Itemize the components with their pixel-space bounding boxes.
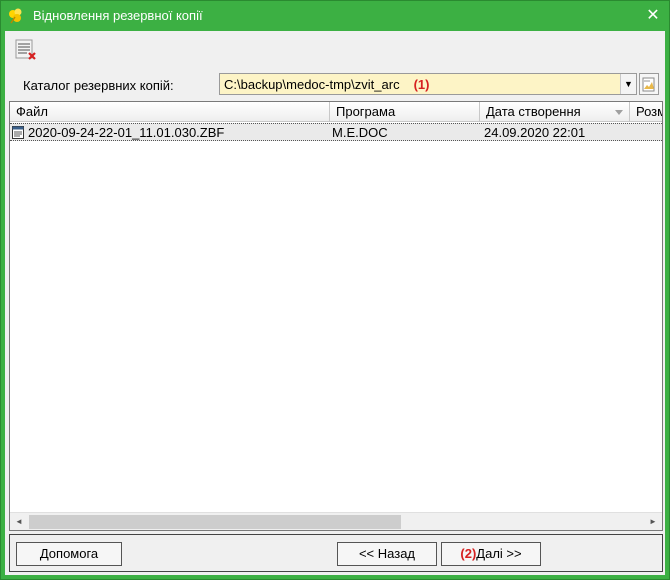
cell-created: 24.09.2020 22:01	[484, 125, 586, 140]
column-header-program[interactable]: Програма	[330, 102, 480, 122]
restore-backup-window: Відновлення резервної копії ✕ Каталог ре…	[0, 0, 670, 580]
delete-backup-button[interactable]	[13, 38, 39, 62]
close-icon: ✕	[646, 7, 660, 24]
cell-file: 2020-09-24-22-01_11.01.030.ZBF	[28, 125, 225, 140]
close-button[interactable]: ✕	[643, 6, 663, 26]
cell-program: M.E.DOC	[332, 125, 388, 140]
column-header-size[interactable]: Розм	[630, 102, 662, 122]
delete-list-icon	[15, 39, 36, 60]
scroll-right-icon[interactable]: ►	[644, 513, 662, 530]
backup-directory-path: C:\backup\medoc-tmp\zvit_arc	[224, 77, 400, 92]
backup-directory-value: C:\backup\medoc-tmp\zvit_arc (1)	[224, 77, 429, 92]
backup-files-table[interactable]: Файл Програма Дата створення Розм 2020-0…	[9, 101, 663, 531]
dialog-body: Каталог резервних копій: C:\backup\medoc…	[5, 31, 665, 575]
button-bar: Допомога << Назад (2)Далі >>	[9, 534, 663, 572]
scroll-left-icon[interactable]: ◄	[10, 513, 28, 530]
browse-directory-button[interactable]	[639, 73, 659, 95]
help-button[interactable]: Допомога	[16, 542, 122, 566]
table-header: Файл Програма Дата створення Розм	[10, 102, 662, 122]
column-header-file[interactable]: Файл	[10, 102, 330, 122]
table-row[interactable]: 2020-09-24-22-01_11.01.030.ZBF M.E.DOC 2…	[10, 123, 662, 141]
backup-file-icon	[12, 126, 24, 139]
backup-directory-label: Каталог резервних копій:	[23, 78, 174, 93]
backup-directory-select[interactable]: C:\backup\medoc-tmp\zvit_arc (1) ▼	[219, 73, 637, 95]
chevron-down-icon[interactable]: ▼	[620, 74, 636, 94]
sort-arrow-icon	[615, 110, 623, 115]
column-header-created[interactable]: Дата створення	[480, 102, 630, 122]
horizontal-scrollbar[interactable]: ◄ ►	[10, 512, 662, 530]
column-header-created-label: Дата створення	[486, 104, 581, 119]
window-title: Відновлення резервної копії	[33, 8, 203, 23]
step-marker-1: (1)	[413, 77, 430, 92]
next-button-label: Далі >>	[476, 546, 522, 561]
step-marker-2: (2)	[460, 546, 477, 561]
folder-browse-icon	[642, 77, 655, 92]
scrollbar-thumb[interactable]	[29, 515, 401, 529]
app-logo-icon	[9, 8, 22, 24]
title-bar[interactable]: Відновлення резервної копії ✕	[1, 1, 669, 31]
next-button[interactable]: (2)Далі >>	[441, 542, 541, 566]
back-button[interactable]: << Назад	[337, 542, 437, 566]
